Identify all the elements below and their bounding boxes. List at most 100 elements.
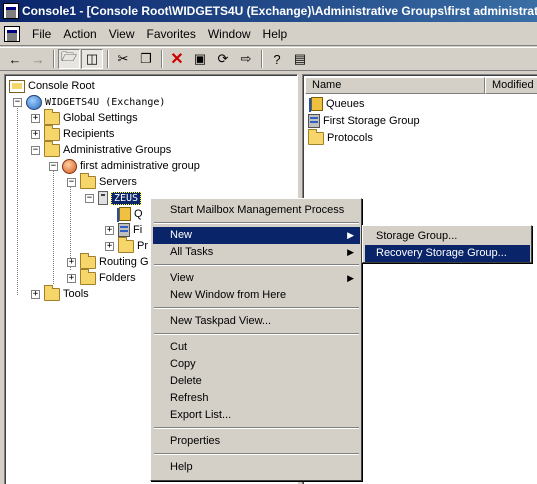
menu-item-view[interactable]: View ▶ <box>153 270 360 287</box>
tree-item-servers[interactable]: − Servers <box>67 172 137 190</box>
menu-item-recovery-storage-group[interactable]: Recovery Storage Group... <box>365 245 530 262</box>
tree-label: Console Root <box>28 80 95 92</box>
menu-item-copy[interactable]: Copy <box>153 356 360 373</box>
toolbar-separator <box>107 50 109 68</box>
collapse-toggle[interactable]: − <box>67 177 76 187</box>
folder-icon <box>118 236 134 253</box>
tree-label: WIDGETS4U (Exchange) <box>45 96 166 108</box>
context-menu: Start Mailbox Management Process New ▶ A… <box>150 198 362 481</box>
tree-label: Recipients <box>63 128 115 140</box>
list-item-protocols[interactable]: Protocols <box>308 128 373 146</box>
admin-group-icon <box>62 158 77 174</box>
tree-label: Fi <box>133 224 143 236</box>
new-submenu: Storage Group... Recovery Storage Group.… <box>362 225 532 263</box>
properties-icon[interactable]: ▣ <box>189 49 211 69</box>
collapse-toggle[interactable]: − <box>85 193 94 203</box>
server-icon <box>98 191 108 205</box>
expand-toggle[interactable]: + <box>105 241 114 251</box>
menu-item-cut[interactable]: Cut <box>153 339 360 356</box>
tree-item-organization[interactable]: − WIDGETS4U (Exchange) <box>13 94 165 110</box>
tree-label-selected: ZEUS <box>111 191 142 205</box>
list-item-label: Queues <box>326 98 365 110</box>
tree-item-zeus[interactable]: − ZEUS <box>85 190 142 206</box>
expand-toggle[interactable]: + <box>67 257 76 267</box>
tree-item-first-administrative-group[interactable]: − first administrative group <box>49 158 200 174</box>
toolbar-separator <box>53 50 55 68</box>
menu-item-properties[interactable]: Properties <box>153 433 360 450</box>
folder-icon <box>44 108 60 125</box>
tree-item-console-root[interactable]: Console Root <box>9 78 95 94</box>
menu-file[interactable]: File <box>26 25 57 43</box>
folder-icon <box>80 172 96 189</box>
menu-separator <box>154 222 359 224</box>
menu-view[interactable]: View <box>103 25 141 43</box>
menu-separator <box>154 427 359 429</box>
storage-group-icon <box>308 114 320 128</box>
tree-item-administrative-groups[interactable]: − Administrative Groups <box>31 140 172 158</box>
tree-label: Global Settings <box>63 112 138 124</box>
show-hide-tree-icon[interactable]: ◫ <box>81 49 103 69</box>
delete-icon[interactable]: ✕ <box>166 49 188 69</box>
forward-arrow-icon[interactable]: → <box>27 49 49 69</box>
globe-icon <box>26 94 42 110</box>
back-arrow-icon[interactable]: ← <box>4 49 26 69</box>
title-bar[interactable]: Console1 - [Console Root\WIDGETS4U (Exch… <box>0 0 537 22</box>
refresh-icon[interactable]: ⟳ <box>212 49 234 69</box>
tree-label: Servers <box>99 176 137 188</box>
list-item-queues[interactable]: Queues <box>308 96 365 112</box>
menu-bar: File Action View Favorites Window Help <box>0 22 537 46</box>
console-app-icon[interactable] <box>3 3 19 19</box>
menu-item-all-tasks[interactable]: All Tasks ▶ <box>153 244 360 261</box>
menu-item-new-taskpad-view[interactable]: New Taskpad View... <box>153 313 360 330</box>
tree-item-queues[interactable]: Q <box>117 206 143 222</box>
menu-item-delete[interactable]: Delete <box>153 373 360 390</box>
menu-window[interactable]: Window <box>202 25 257 43</box>
list-item-first-storage-group[interactable]: First Storage Group <box>308 113 420 129</box>
column-header-name[interactable]: Name <box>305 77 485 94</box>
cut-icon[interactable]: ✂ <box>112 49 134 69</box>
up-folder-icon[interactable]: 🗁 <box>58 49 80 69</box>
tree-item-protocols[interactable]: + Pr <box>105 236 148 254</box>
tree-label: Pr <box>137 240 148 252</box>
taskpad-icon[interactable]: ▤ <box>289 49 311 69</box>
help-icon[interactable]: ? <box>266 49 288 69</box>
menu-separator <box>154 333 359 335</box>
menu-item-help[interactable]: Help <box>153 459 360 476</box>
menu-item-new[interactable]: New ▶ <box>153 227 360 244</box>
menu-item-storage-group[interactable]: Storage Group... <box>365 228 530 245</box>
menu-favorites[interactable]: Favorites <box>141 25 202 43</box>
expand-toggle[interactable]: + <box>31 129 40 139</box>
tree-item-tools[interactable]: + Tools <box>31 284 89 302</box>
tree-label: Administrative Groups <box>63 144 172 156</box>
tree-item-folders[interactable]: + Folders <box>67 268 136 286</box>
menu-item-refresh[interactable]: Refresh <box>153 390 360 407</box>
tree-label: Q <box>134 208 143 220</box>
column-header-modified[interactable]: Modified <box>485 77 537 94</box>
queues-icon <box>309 97 323 112</box>
menu-action[interactable]: Action <box>57 25 102 43</box>
folder-icon <box>308 128 324 145</box>
collapse-toggle[interactable]: − <box>31 145 40 155</box>
menu-separator <box>154 453 359 455</box>
copy-icon[interactable]: ❐ <box>135 49 157 69</box>
folder-icon <box>44 140 60 157</box>
expand-toggle[interactable]: + <box>31 113 40 123</box>
menu-item-start-mailbox-management[interactable]: Start Mailbox Management Process <box>153 202 360 219</box>
queues-icon <box>117 207 131 222</box>
menu-help[interactable]: Help <box>257 25 294 43</box>
menu-item-label: View <box>170 272 194 284</box>
submenu-arrow-icon: ▶ <box>347 247 354 257</box>
menu-item-new-window[interactable]: New Window from Here <box>153 287 360 304</box>
document-icon[interactable] <box>4 25 20 42</box>
menu-item-label: All Tasks <box>170 246 214 258</box>
expand-toggle[interactable]: + <box>105 225 114 235</box>
menu-item-export-list[interactable]: Export List... <box>153 407 360 424</box>
submenu-arrow-icon: ▶ <box>347 230 354 240</box>
collapse-toggle[interactable]: − <box>49 161 58 171</box>
expand-toggle[interactable]: + <box>67 273 76 283</box>
collapse-toggle[interactable]: − <box>13 97 22 107</box>
list-header: Name Modified <box>305 77 537 94</box>
export-icon[interactable]: ⇨ <box>235 49 257 69</box>
tree-connector <box>53 164 54 284</box>
expand-toggle[interactable]: + <box>31 289 40 299</box>
